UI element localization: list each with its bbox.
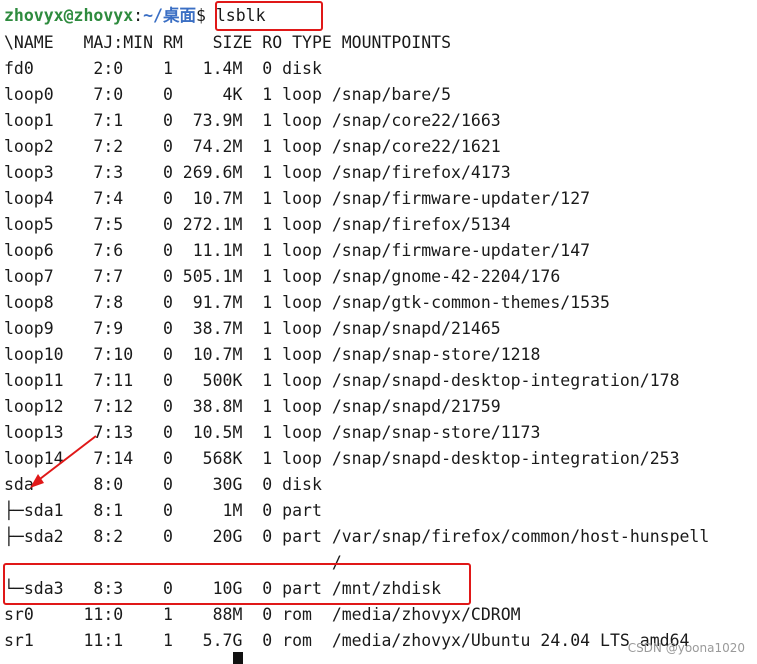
annotation-arrow-icon <box>30 435 97 488</box>
watermark: CSDN @yoona1020 <box>627 641 745 655</box>
terminal-cursor <box>233 652 243 664</box>
